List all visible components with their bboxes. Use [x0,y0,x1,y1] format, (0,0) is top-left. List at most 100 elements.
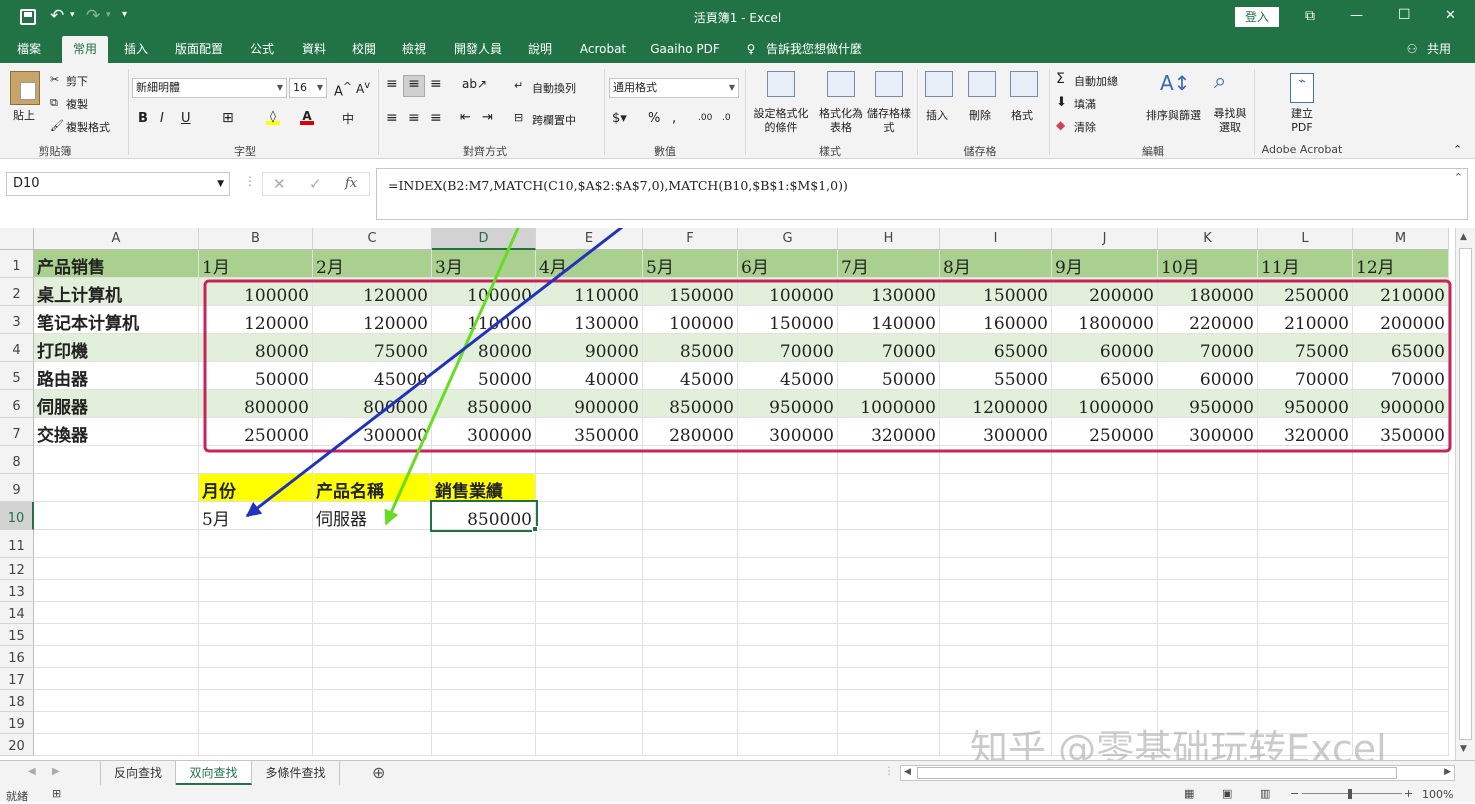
normal-view-icon[interactable]: ▦ [1184,787,1194,800]
tab-view[interactable]: 檢視 [392,36,436,63]
copy-button[interactable]: 複製 [66,96,88,112]
phonetic-icon[interactable]: 中 [342,110,354,127]
tab-acrobat[interactable]: Acrobat [574,36,632,63]
delete-cells-button[interactable]: 刪除 [969,107,991,123]
format-cells-icon[interactable] [1010,71,1038,97]
create-pdf-button[interactable]: 建立PDF [1284,107,1320,135]
cancel-icon[interactable]: ✕ [273,175,286,193]
font-color-icon[interactable]: A [300,109,314,125]
percent-icon[interactable]: % [648,111,660,126]
add-sheet-button[interactable]: ⊕ [372,763,385,782]
cut-button[interactable]: 剪下 [66,73,88,89]
name-box[interactable]: D10 ▼ [6,172,230,196]
borders-icon[interactable]: ⊞ [222,110,234,126]
number-format-combo[interactable]: 通用格式 ▼ [609,78,739,98]
sort-filter-button[interactable]: 排序與篩選 [1146,107,1201,123]
cell-styles-button[interactable]: 儲存格樣式 [866,107,912,135]
tab-home[interactable]: 常用 [62,36,108,63]
page-layout-view-icon[interactable]: ▣ [1222,787,1232,800]
share-button[interactable]: 共用 [1422,36,1456,63]
align-top-icon[interactable]: ≡ [386,76,398,92]
undo-dropdown-icon[interactable]: ▾ [70,10,75,20]
sign-in-button[interactable]: 登入 [1235,7,1279,27]
align-left-icon[interactable]: ≡ [386,110,398,126]
worksheet-grid[interactable]: ABCDEFGHIJKLM 1 2 3 4 5 6 7 8 9 10 11 12 13 14 15 16 17 1… [0,228,1475,760]
tab-data[interactable]: 資料 [292,36,336,63]
paste-button[interactable]: 貼上 [13,107,35,123]
decrease-indent-icon[interactable]: ⇤ [460,110,471,125]
paste-icon[interactable] [10,71,40,105]
undo-icon[interactable]: ↶ [50,6,64,26]
create-pdf-icon[interactable]: ⌁ [1290,73,1314,103]
tab-file[interactable]: 檔案 [8,36,50,63]
zoom-level[interactable]: 100% [1422,788,1453,801]
enter-icon[interactable]: ✓ [309,175,322,193]
tab-insert[interactable]: 插入 [114,36,158,63]
shrink-font-icon[interactable]: Av [356,80,370,96]
tab-page-layout[interactable]: 版面配置 [166,36,232,63]
macro-record-icon[interactable]: ⊞ [52,787,61,800]
sheet-tab-multi-criteria[interactable]: 多條件查找 [252,761,340,785]
tab-split-icon[interactable]: ⋮ [884,766,894,777]
save-icon[interactable] [20,9,36,25]
italic-button[interactable]: I [160,111,164,126]
find-select-button[interactable]: 尋找與選取 [1210,107,1250,135]
comma-icon[interactable]: , [672,111,676,126]
orientation-icon[interactable]: ab↗ [462,77,487,91]
merge-center-button[interactable]: 跨欄置中 [532,112,576,128]
insert-function-icon[interactable]: fx [345,176,357,191]
hscroll-left-icon[interactable]: ◀ [904,767,911,777]
horizontal-scroll-thumb[interactable] [917,767,1397,779]
expand-formula-icon[interactable]: ⌃ [1454,171,1463,184]
formula-input[interactable]: =INDEX(B2:M7,MATCH(C10,$A$2:$A$7,0),MATC… [376,168,1468,220]
sort-filter-icon[interactable]: A↕ [1160,71,1190,95]
ribbon-display-icon[interactable]: ⧉ [1305,8,1315,24]
zoom-slider-thumb[interactable] [1348,789,1352,799]
font-size-combo[interactable]: 16 ▼ [289,78,327,98]
cell-styles-icon[interactable] [875,71,903,97]
underline-button[interactable]: U [181,111,191,126]
grow-font-icon[interactable]: A^ [334,80,352,99]
sheet-tab-two-way-lookup[interactable]: 双向查找 [176,761,252,785]
format-cells-button[interactable]: 格式 [1011,107,1033,123]
tab-gaaiho[interactable]: Gaaiho PDF [644,36,726,63]
bold-button[interactable]: B [138,111,148,126]
delete-cells-icon[interactable] [968,71,996,97]
insert-cells-icon[interactable] [925,71,953,97]
minimize-button[interactable]: — [1350,8,1363,23]
scroll-left-icon[interactable]: ◀ [28,766,36,777]
tab-help[interactable]: 說明 [518,36,562,63]
restore-button[interactable]: ☐ [1398,7,1411,23]
align-center-icon[interactable]: ≡ [408,110,420,126]
find-select-icon[interactable]: ⌕ [1214,69,1226,94]
decrease-decimal-icon[interactable]: .0 [722,113,731,123]
zoom-in-icon[interactable]: + [1404,787,1413,800]
redo-icon[interactable]: ↷ [86,6,100,26]
conditional-format-button[interactable]: 設定格式化的條件 [750,107,812,135]
zoom-slider[interactable] [1302,793,1402,794]
collapse-ribbon-icon[interactable]: ⌃ [1453,143,1462,156]
align-bottom-icon[interactable]: ≡ [430,76,442,92]
fill-handle[interactable] [532,526,538,532]
tab-review[interactable]: 校閱 [342,36,386,63]
lookup-result-cell[interactable]: 850000 [430,500,538,532]
font-name-combo[interactable]: 新細明體 ▼ [132,78,287,98]
tell-me-box[interactable]: 告訴我您想做什麼 [760,36,868,63]
format-as-table-icon[interactable] [827,71,855,97]
increase-indent-icon[interactable]: ⇥ [482,110,493,125]
align-right-icon[interactable]: ≡ [430,110,442,126]
hscroll-right-icon[interactable]: ▶ [1444,767,1451,777]
scroll-right-icon[interactable]: ▶ [52,766,60,777]
fill-color-icon[interactable]: ◊ [266,109,280,125]
sheet-tab-reverse-lookup[interactable]: 反向查找 [100,761,176,785]
fill-button[interactable]: 填滿 [1074,96,1096,112]
tab-formulas[interactable]: 公式 [240,36,284,63]
zoom-out-icon[interactable]: − [1290,787,1299,800]
currency-icon[interactable]: $▾ [612,111,627,126]
qat-customize-icon[interactable]: ▾ [122,9,127,20]
close-button[interactable]: ✕ [1445,8,1456,23]
autosum-button[interactable]: 自動加總 [1074,73,1118,89]
clear-button[interactable]: 清除 [1074,119,1096,135]
horizontal-scrollbar[interactable]: ◀ ▶ [900,765,1455,781]
format-as-table-button[interactable]: 格式化為表格 [816,107,866,135]
